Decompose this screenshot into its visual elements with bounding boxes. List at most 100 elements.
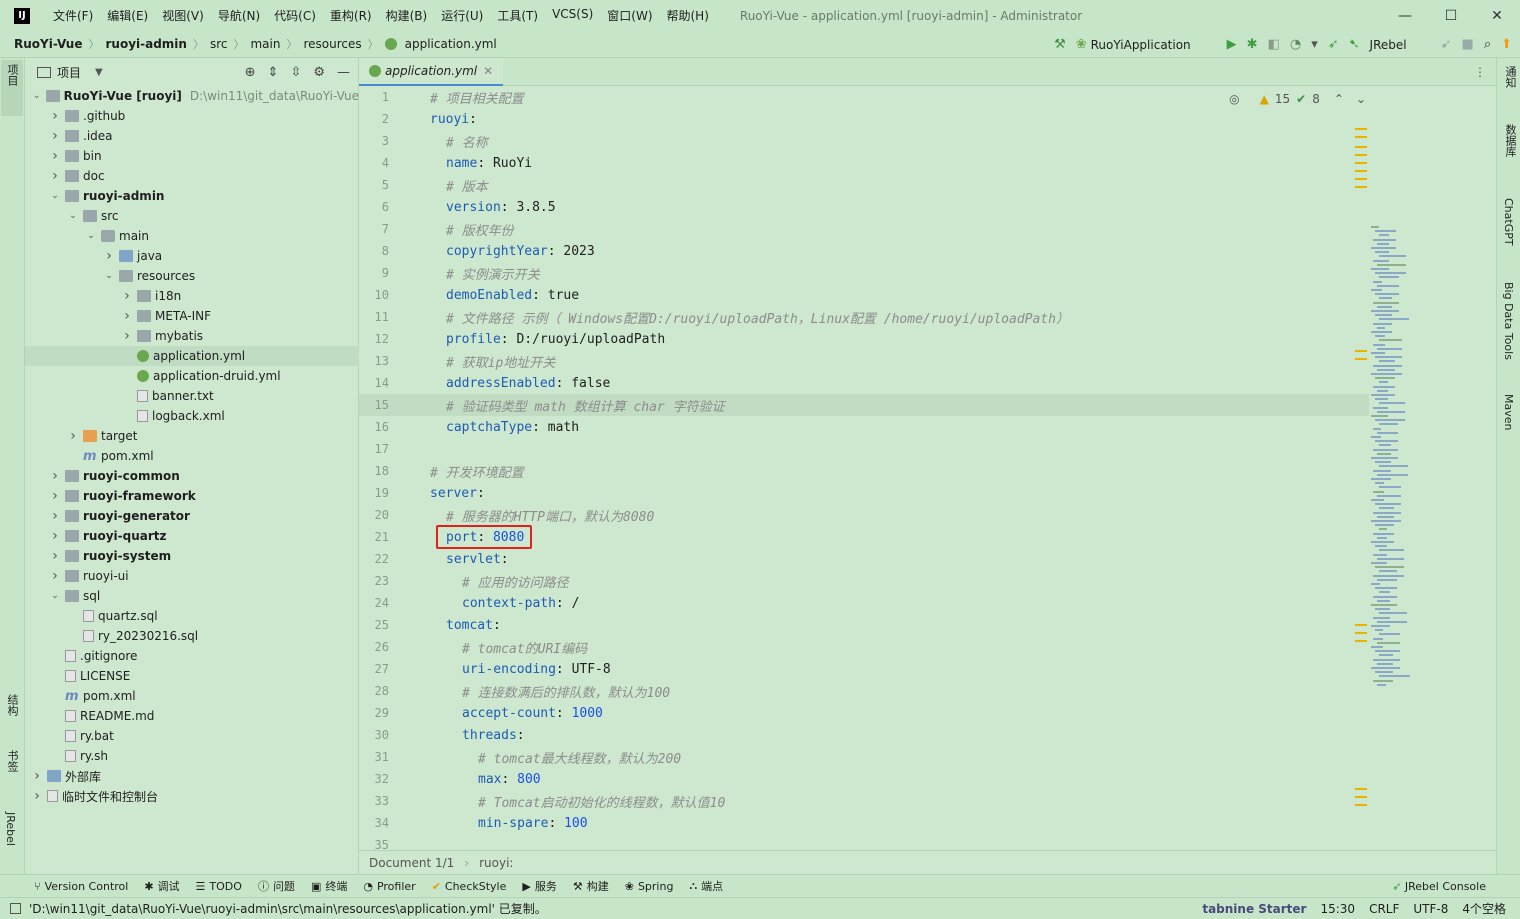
menu-item-6[interactable]: 构建(B) bbox=[379, 7, 435, 24]
chevron-right-icon[interactable]: › bbox=[103, 248, 115, 264]
build-hammer-icon[interactable]: ⚒ bbox=[1054, 38, 1066, 51]
menu-item-1[interactable]: 编辑(E) bbox=[100, 7, 155, 24]
debug-icon[interactable]: ✱ bbox=[1247, 38, 1258, 51]
tree-item[interactable]: ry_20230216.sql bbox=[25, 626, 359, 646]
code-line[interactable]: 34 min-spare: 100 bbox=[359, 812, 1369, 834]
caret-position[interactable]: 15:30 bbox=[1320, 902, 1355, 916]
tab-options-icon[interactable]: ⋮ bbox=[1474, 65, 1486, 79]
menu-item-0[interactable]: 文件(F) bbox=[46, 7, 100, 24]
code-line[interactable]: 9 # 实例演示开关 bbox=[359, 262, 1369, 284]
tree-item[interactable]: ⌄ sql bbox=[25, 586, 359, 606]
tree-item[interactable]: › ruoyi-ui bbox=[25, 566, 359, 586]
code-line[interactable]: 10 demoEnabled: true bbox=[359, 284, 1369, 306]
code-line[interactable]: 15 # 验证码类型 math 数组计算 char 字符验证 bbox=[359, 394, 1369, 416]
jrebel-update-icon[interactable]: ➹ bbox=[1441, 38, 1452, 51]
warning-stripe[interactable] bbox=[1355, 624, 1367, 626]
project-tool-label[interactable]: 项目 bbox=[4, 64, 20, 86]
warning-stripe[interactable] bbox=[1355, 162, 1367, 164]
menu-item-9[interactable]: VCS(S) bbox=[545, 7, 600, 24]
code-line[interactable]: 22 servlet: bbox=[359, 548, 1369, 570]
chevron-right-icon[interactable]: › bbox=[49, 128, 61, 144]
tabnine-status[interactable]: tabnine Starter bbox=[1202, 902, 1306, 916]
code-line[interactable]: 31 # tomcat最大线程数，默认为200 bbox=[359, 746, 1369, 768]
chevron-right-icon[interactable]: › bbox=[121, 288, 133, 304]
chevron-right-icon[interactable]: › bbox=[121, 308, 133, 324]
run-config-selector[interactable]: RuoYiApplication bbox=[1091, 38, 1191, 52]
tool-window-button[interactable]: ⛬ 端点 bbox=[689, 878, 723, 894]
chevron-down-icon[interactable]: ⌄ bbox=[49, 591, 61, 601]
tree-item[interactable]: LICENSE bbox=[25, 666, 359, 686]
chevron-down-icon[interactable]: ⌄ bbox=[31, 91, 42, 101]
code-minimap[interactable] bbox=[1371, 226, 1431, 746]
breadcrumb-item[interactable]: resources bbox=[299, 37, 365, 51]
menu-item-2[interactable]: 视图(V) bbox=[155, 7, 211, 24]
chevron-down-icon[interactable]: ⌄ bbox=[67, 211, 79, 221]
code-line[interactable]: 19 server: bbox=[359, 482, 1369, 504]
tree-item[interactable]: › ruoyi-framework bbox=[25, 486, 359, 506]
tool-window-button[interactable]: ✔ CheckStyle bbox=[432, 878, 507, 894]
warning-stripe[interactable] bbox=[1355, 358, 1367, 360]
code-line[interactable]: 32 max: 800 bbox=[359, 768, 1369, 790]
warning-stripe[interactable] bbox=[1355, 186, 1367, 188]
update-icon[interactable]: ⬆ bbox=[1501, 38, 1512, 51]
expand-all-icon[interactable]: ⇕ bbox=[268, 65, 279, 80]
locate-file-icon[interactable]: ⊕ bbox=[245, 65, 256, 80]
warning-stripe[interactable] bbox=[1355, 136, 1367, 138]
tree-item[interactable]: application.yml bbox=[25, 346, 359, 366]
warning-stripe[interactable] bbox=[1355, 170, 1367, 172]
tree-item[interactable]: › java bbox=[25, 246, 359, 266]
code-line[interactable]: 5 # 版本 bbox=[359, 174, 1369, 196]
tree-item[interactable]: › 外部库 bbox=[25, 766, 359, 786]
chevron-right-icon[interactable]: › bbox=[49, 488, 61, 504]
file-encoding[interactable]: UTF-8 bbox=[1413, 902, 1448, 916]
code-line[interactable]: 20 # 服务器的HTTP端口，默认为8080 bbox=[359, 504, 1369, 526]
chevron-right-icon[interactable]: › bbox=[31, 788, 43, 804]
tree-item[interactable]: ry.sh bbox=[25, 746, 359, 766]
menu-item-7[interactable]: 运行(U) bbox=[434, 7, 490, 24]
view-mode-chevron-down-icon[interactable]: ▼ bbox=[95, 67, 103, 78]
code-line[interactable]: 16 captchaType: math bbox=[359, 416, 1369, 438]
code-line[interactable]: 1 # 项目相关配置 bbox=[359, 86, 1369, 108]
tree-item[interactable]: › ruoyi-system bbox=[25, 546, 359, 566]
tree-item[interactable]: › target bbox=[25, 426, 359, 446]
menu-item-4[interactable]: 代码(C) bbox=[267, 7, 323, 24]
tab-close-icon[interactable]: ✕ bbox=[483, 64, 493, 78]
breadcrumb-item[interactable]: RuoYi-Vue bbox=[10, 37, 86, 51]
chevron-down-icon[interactable]: ⌄ bbox=[103, 271, 115, 281]
menu-item-3[interactable]: 导航(N) bbox=[211, 7, 267, 24]
tree-item[interactable]: ⌄ resources bbox=[25, 266, 359, 286]
code-line[interactable]: 8 copyrightYear: 2023 bbox=[359, 240, 1369, 262]
project-panel-title[interactable]: 项目 bbox=[57, 64, 81, 81]
tree-item[interactable]: ⌄ src bbox=[25, 206, 359, 226]
code-line[interactable]: 27 uri-encoding: UTF-8 bbox=[359, 658, 1369, 680]
code-line[interactable]: 33 # Tomcat启动初始化的线程数，默认值10 bbox=[359, 790, 1369, 812]
breadcrumb-item[interactable]: main bbox=[246, 37, 284, 51]
tree-item[interactable]: › doc bbox=[25, 166, 359, 186]
chevron-down-icon[interactable]: ⌄ bbox=[49, 191, 61, 201]
tool-window-button[interactable]: ⚒ 构建 bbox=[573, 878, 609, 894]
tree-item[interactable]: › .github bbox=[25, 106, 359, 126]
code-line[interactable]: 17 bbox=[359, 438, 1369, 460]
maven-tool-label[interactable]: Maven bbox=[1502, 394, 1515, 430]
menu-item-11[interactable]: 帮助(H) bbox=[660, 7, 716, 24]
tree-item[interactable]: › bin bbox=[25, 146, 359, 166]
bigdata-tool-label[interactable]: Big Data Tools bbox=[1502, 282, 1515, 360]
profile-icon[interactable]: ◔ bbox=[1290, 38, 1301, 51]
breadcrumb-item[interactable]: src bbox=[206, 37, 232, 51]
chevron-right-icon[interactable]: › bbox=[49, 548, 61, 564]
coverage-icon[interactable]: ◧ bbox=[1268, 38, 1280, 51]
chevron-right-icon[interactable]: › bbox=[67, 428, 79, 444]
tree-item[interactable]: › .idea bbox=[25, 126, 359, 146]
breadcrumb-item[interactable]: application.yml bbox=[401, 37, 501, 51]
code-line[interactable]: 12 profile: D:/ruoyi/uploadPath bbox=[359, 328, 1369, 350]
search-everywhere-icon[interactable]: ⌕ bbox=[1484, 38, 1491, 51]
tool-window-button[interactable]: ⑂ Version Control bbox=[34, 878, 128, 894]
tree-item[interactable]: README.md bbox=[25, 706, 359, 726]
warning-stripe[interactable] bbox=[1355, 788, 1367, 790]
chevron-right-icon[interactable]: › bbox=[49, 168, 61, 184]
database-tool-label[interactable]: 数据库 bbox=[1502, 124, 1518, 157]
run-icon[interactable]: ▶ bbox=[1227, 38, 1237, 51]
collapse-all-icon[interactable]: ⇳ bbox=[290, 65, 301, 80]
warning-stripe[interactable] bbox=[1355, 178, 1367, 180]
code-line[interactable]: 4 name: RuoYi bbox=[359, 152, 1369, 174]
